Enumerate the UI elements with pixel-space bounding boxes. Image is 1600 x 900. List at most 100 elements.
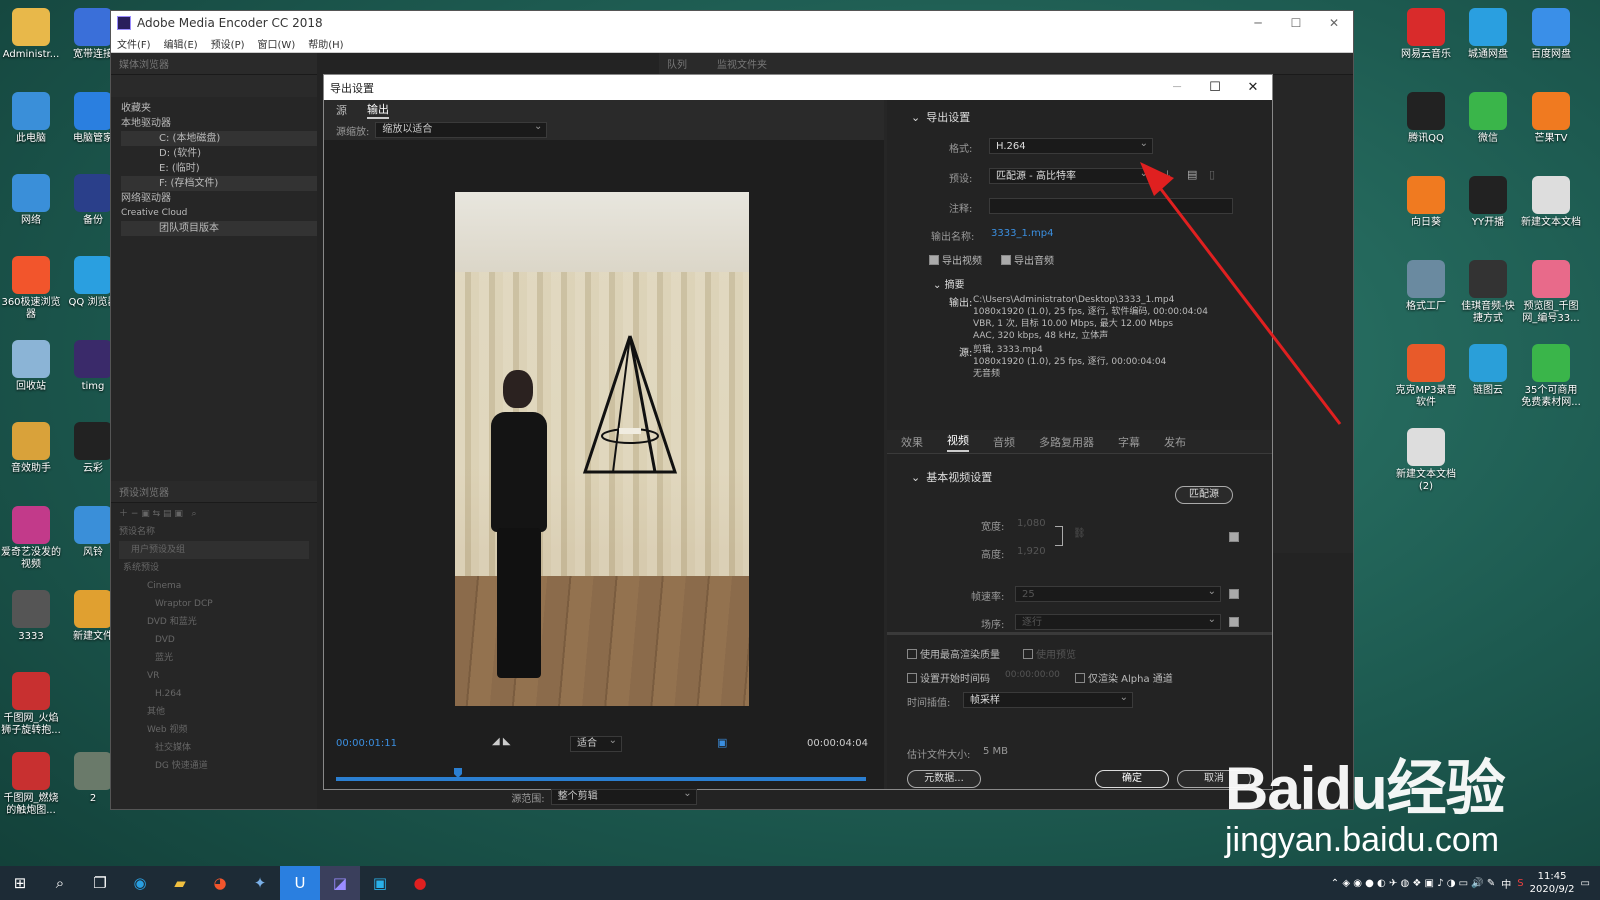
summary-header[interactable]: ⌄ 摘要 xyxy=(933,276,965,291)
maximize-icon[interactable]: ☐ xyxy=(1277,16,1315,30)
ime-s-icon[interactable]: S xyxy=(1517,878,1523,889)
desktop-icon[interactable]: 3333 xyxy=(0,590,62,643)
desktop-icon[interactable]: 回收站 xyxy=(0,340,62,393)
360-browser-icon[interactable]: ◕ xyxy=(200,866,240,900)
app-blue-icon[interactable]: ▣ xyxy=(360,866,400,900)
format-dropdown[interactable]: H.264 xyxy=(989,136,1153,154)
dialog-close-icon[interactable]: ✕ xyxy=(1234,80,1272,95)
max-render-checkbox[interactable]: 使用最高渲染质量 xyxy=(907,646,1000,661)
export-audio-checkbox[interactable]: 导出音频 xyxy=(1001,252,1054,267)
field-order-match-checkbox[interactable] xyxy=(1229,617,1239,627)
desktop-icon[interactable]: 腾讯QQ xyxy=(1395,92,1457,145)
preset-social[interactable]: 社交媒体 xyxy=(119,739,309,757)
desktop-icon[interactable]: 链图云 xyxy=(1457,344,1519,397)
source-scale-dropdown[interactable]: 缩放以适合 xyxy=(375,120,548,138)
preset-dg[interactable]: DG 快速通道 xyxy=(119,757,309,775)
chain-link-icon[interactable]: ⛓ xyxy=(1073,528,1086,539)
tab-output[interactable]: 输出 xyxy=(367,101,389,119)
in-out-markers-icon[interactable]: ◢ ◣ xyxy=(492,736,511,747)
tree-network-drives[interactable]: 网络驱动器 xyxy=(121,191,317,206)
import-preset-icon[interactable]: ▤ xyxy=(1187,168,1197,181)
current-timecode[interactable]: 00:00:01:11 xyxy=(336,738,397,749)
desktop-icon[interactable]: 新建文本文档(2) xyxy=(1395,428,1457,493)
tree-drive-f[interactable]: F: (存档文件) xyxy=(121,176,317,191)
preset-cinema[interactable]: Cinema xyxy=(119,577,309,595)
minimize-icon[interactable]: ─ xyxy=(1239,16,1277,30)
menu-edit[interactable]: 编辑(E) xyxy=(164,36,198,51)
framerate-match-checkbox[interactable] xyxy=(1229,589,1239,599)
field-order-dropdown[interactable]: 逐行 xyxy=(1015,612,1221,630)
desktop-icon[interactable]: 格式工厂 xyxy=(1395,260,1457,313)
desktop-icon[interactable]: 千图网_火焰狮子旋转抱... xyxy=(0,672,62,737)
task-view-icon[interactable]: ❐ xyxy=(80,866,120,900)
ok-button[interactable]: 确定 xyxy=(1095,770,1169,788)
tree-favorites[interactable]: 收藏夹 xyxy=(121,101,317,116)
tab-effects[interactable]: 效果 xyxy=(901,434,923,450)
tree-drive-d[interactable]: D: (软件) xyxy=(121,146,317,161)
menu-help[interactable]: 帮助(H) xyxy=(308,36,343,51)
splitter[interactable] xyxy=(887,632,1272,635)
use-previews-checkbox[interactable]: 使用预览 xyxy=(1023,646,1076,661)
range-dropdown[interactable]: 整个剪辑 xyxy=(550,787,697,805)
desktop-icon[interactable]: 克克MP3录音软件 xyxy=(1395,344,1457,409)
desktop-icon[interactable]: 芒果TV xyxy=(1520,92,1582,145)
desktop-icon[interactable]: 千图网_燃烧的触炮图... xyxy=(0,752,62,817)
media-encoder-taskbar-icon[interactable]: ◪ xyxy=(320,866,360,900)
notification-icon[interactable]: ▭ xyxy=(1581,878,1590,889)
desktop-icon[interactable]: 微信 xyxy=(1457,92,1519,145)
aspect-toggle-icon[interactable]: ▣ xyxy=(717,736,727,749)
tree-creative-cloud[interactable]: Creative Cloud xyxy=(121,206,317,221)
width-value[interactable]: 1,080 xyxy=(1017,518,1046,529)
close-icon[interactable]: ✕ xyxy=(1315,16,1353,30)
tree-local-drives[interactable]: 本地驱动器 xyxy=(121,116,317,131)
desktop-icon[interactable]: 此电脑 xyxy=(0,92,62,145)
preset-other[interactable]: 其他 xyxy=(119,703,309,721)
app-u-icon[interactable]: U xyxy=(280,866,320,900)
tree-team-projects[interactable]: 团队项目版本 xyxy=(121,221,317,236)
preset-system[interactable]: 系统预设 xyxy=(119,559,309,577)
tab-source[interactable]: 源 xyxy=(336,102,347,118)
desktop-icon[interactable]: 城通网盘 xyxy=(1457,8,1519,61)
preset-h264[interactable]: H.264 xyxy=(119,685,309,703)
start-timecode-checkbox[interactable]: 设置开始时间码 xyxy=(907,670,990,685)
tray-icons[interactable]: ⌃ ◈ ◉ ● ◐ ✈ ◍ ❖ ▣ ♪ ◑ ▭ 🔊 ✎ xyxy=(1331,878,1495,889)
preset-web-video[interactable]: Web 视频 xyxy=(119,721,309,739)
tree-drive-e[interactable]: E: (临时) xyxy=(121,161,317,176)
tab-video[interactable]: 视频 xyxy=(947,432,969,452)
search-icon[interactable]: ⌕ xyxy=(40,866,80,900)
desktop-icon[interactable]: 新建文本文档 xyxy=(1520,176,1582,229)
ime-indicator[interactable]: 中 xyxy=(1501,876,1511,891)
kuaichuan-icon[interactable]: ✦ xyxy=(240,866,280,900)
preset-dvd[interactable]: DVD xyxy=(119,631,309,649)
qq-browser-icon[interactable]: ◉ xyxy=(120,866,160,900)
export-video-checkbox[interactable]: 导出视频 xyxy=(929,252,982,267)
dialog-minimize-icon[interactable]: ─ xyxy=(1158,80,1196,95)
desktop-icon[interactable]: 网络 xyxy=(0,174,62,227)
save-preset-icon[interactable]: ⤓ xyxy=(1165,168,1170,182)
recorder-icon[interactable]: ● xyxy=(400,866,440,900)
fit-dropdown[interactable]: 适合 xyxy=(570,734,622,752)
tab-captions[interactable]: 字幕 xyxy=(1118,434,1140,450)
framerate-dropdown[interactable]: 25 xyxy=(1015,584,1221,602)
match-source-button[interactable]: 匹配源 xyxy=(1175,486,1233,504)
file-explorer-icon[interactable]: ▰ xyxy=(160,866,200,900)
clock[interactable]: 11:45 2020/9/2 xyxy=(1530,870,1575,896)
desktop-icon[interactable]: 预览图_千图网_编号33... xyxy=(1520,260,1582,325)
desktop-icon[interactable]: 佳琪音频-快捷方式 xyxy=(1457,260,1519,325)
preset-vr[interactable]: VR xyxy=(119,667,309,685)
desktop-icon[interactable]: 音效助手 xyxy=(0,422,62,475)
desktop-icon[interactable]: 35个可商用免费素材网... xyxy=(1520,344,1582,409)
start-timecode-value[interactable]: 00:00:00:00 xyxy=(1005,670,1060,680)
output-name-link[interactable]: 3333_1.mp4 xyxy=(991,228,1053,239)
timeline-track[interactable] xyxy=(336,777,866,781)
time-interp-dropdown[interactable]: 帧采样 xyxy=(963,690,1133,708)
desktop-icon[interactable]: 360极速浏览器 xyxy=(0,256,62,321)
start-windows-icon[interactable]: ⊞ xyxy=(0,866,40,900)
menu-window[interactable]: 窗口(W) xyxy=(258,36,296,51)
queue-tab[interactable]: 队列 xyxy=(667,56,687,71)
delete-preset-icon[interactable]: ▯ xyxy=(1209,168,1215,181)
height-value[interactable]: 1,920 xyxy=(1017,546,1046,557)
dialog-maximize-icon[interactable]: ☐ xyxy=(1196,80,1234,95)
tab-publish[interactable]: 发布 xyxy=(1164,434,1186,450)
desktop-icon[interactable]: 向日葵 xyxy=(1395,176,1457,229)
